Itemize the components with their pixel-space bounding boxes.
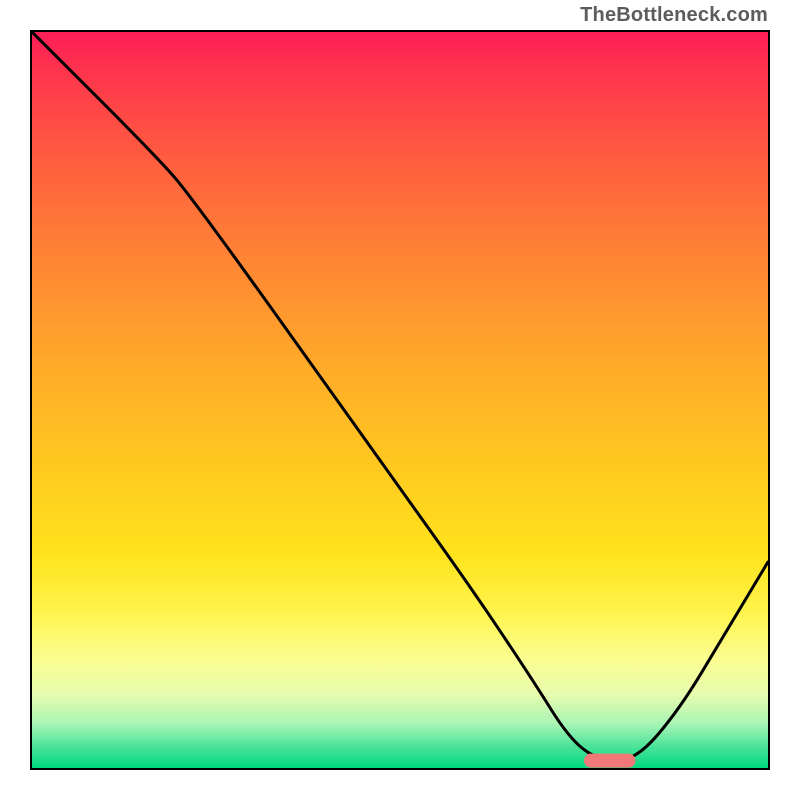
- bottleneck-chart: TheBottleneck.com: [0, 0, 800, 800]
- watermark-text: TheBottleneck.com: [580, 4, 768, 27]
- plot-area: [30, 30, 770, 770]
- severity-gradient: [32, 32, 768, 768]
